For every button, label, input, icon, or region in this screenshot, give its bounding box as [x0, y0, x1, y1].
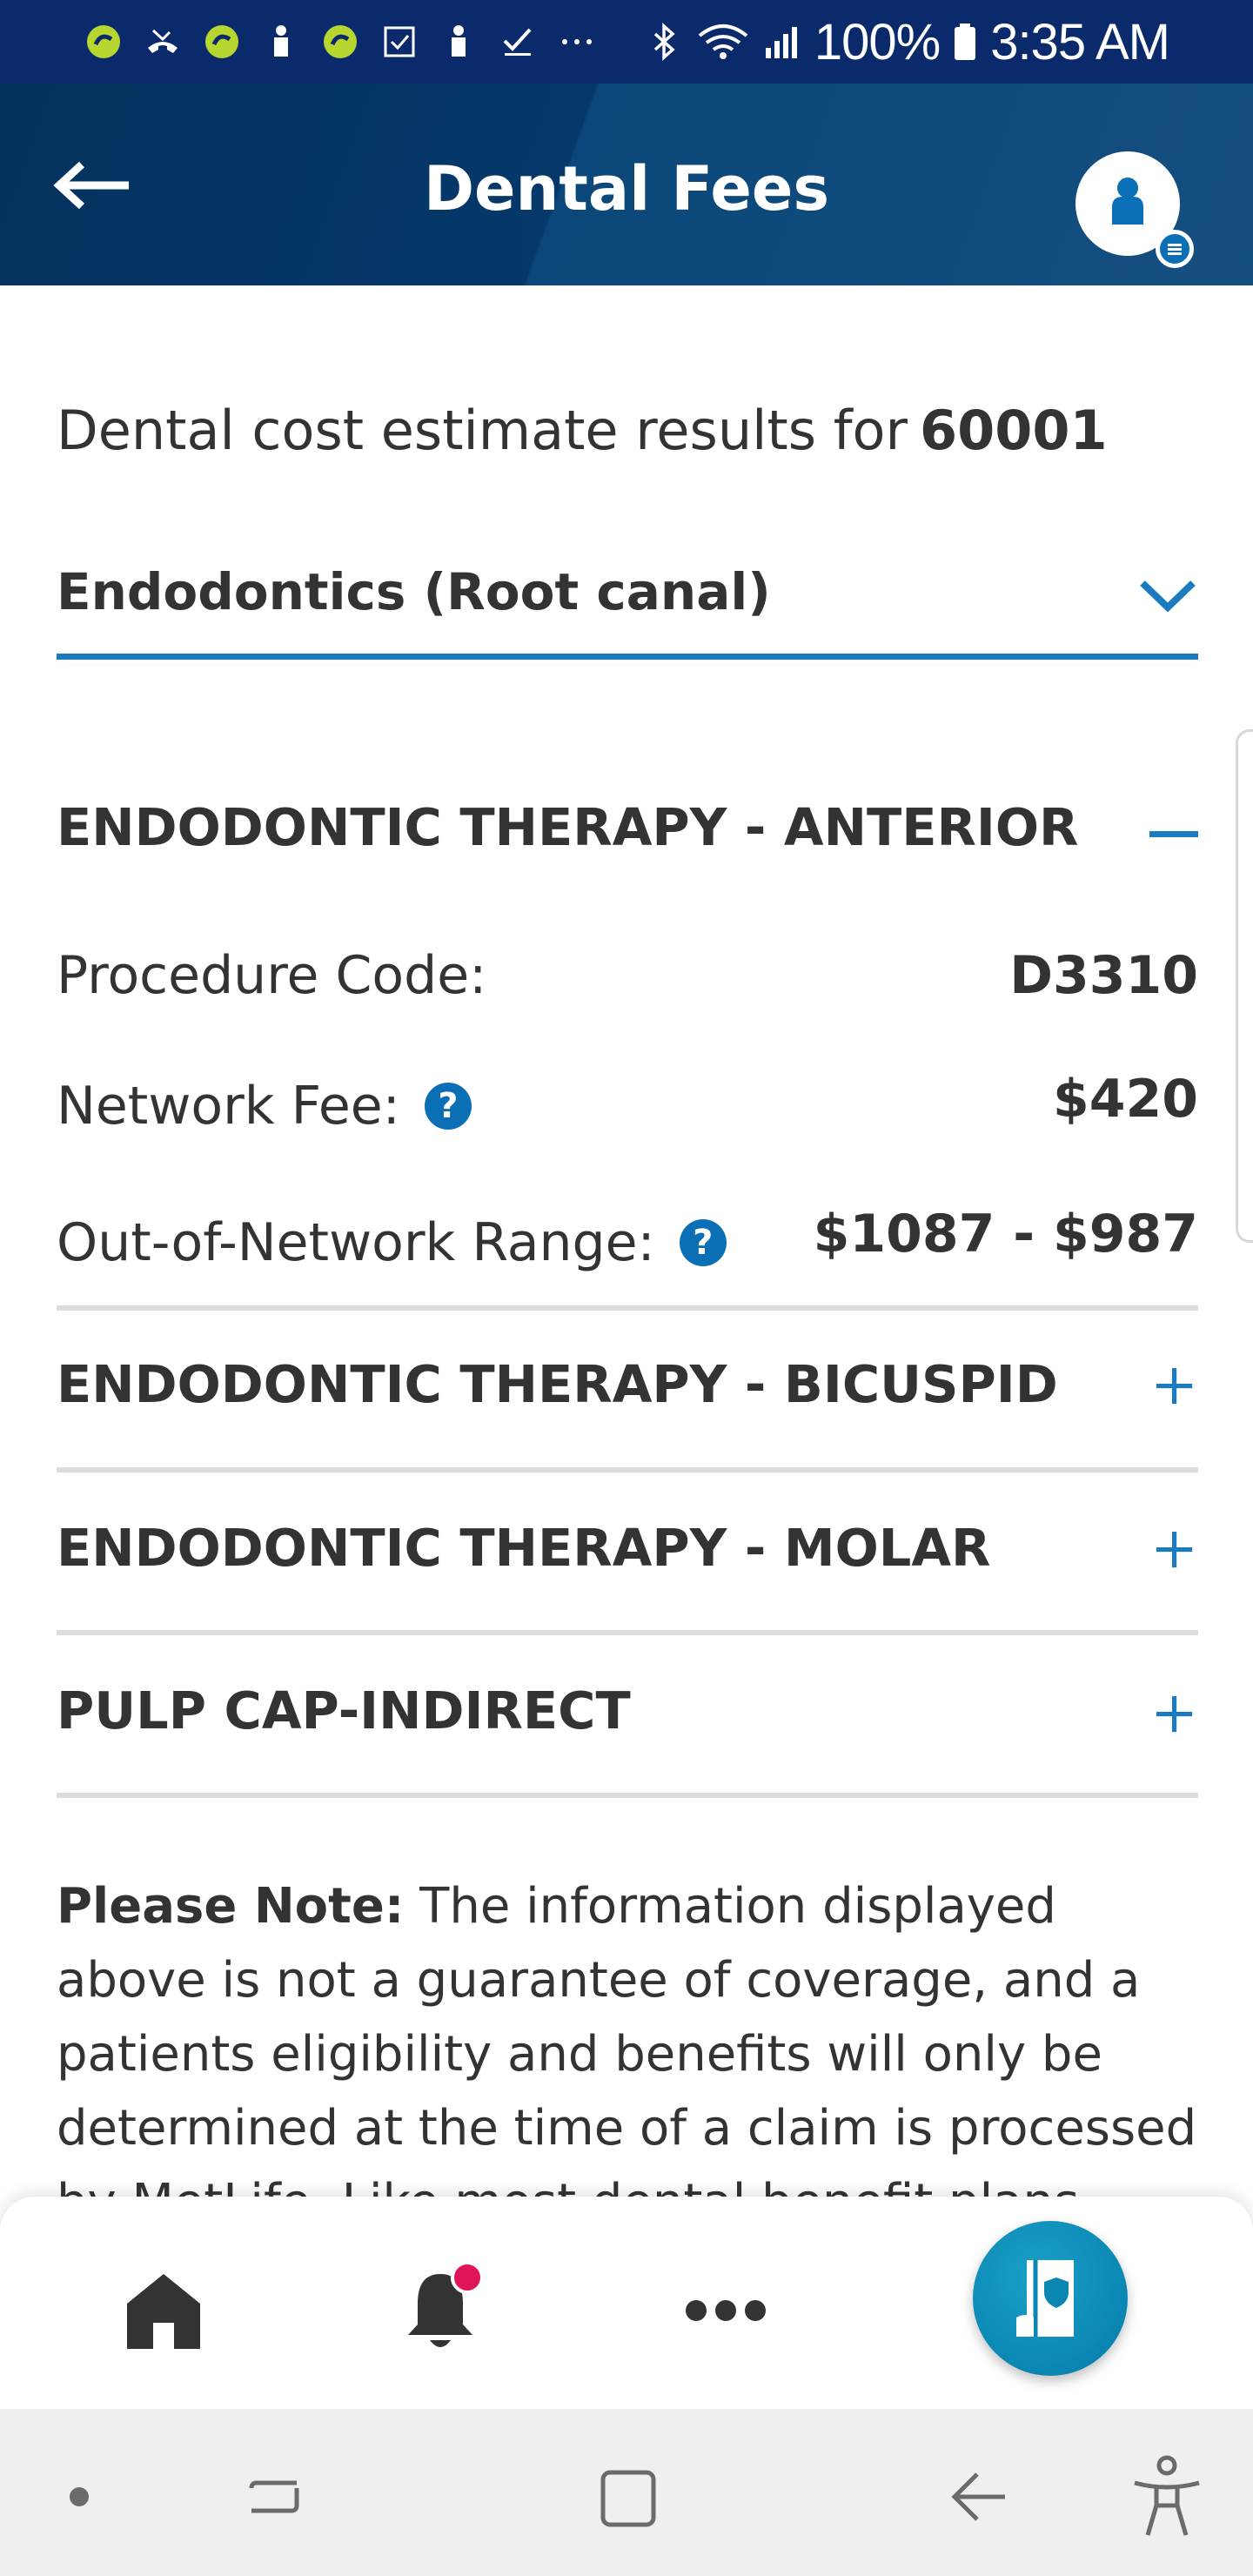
recents-icon: [249, 2480, 299, 2513]
category-dropdown[interactable]: Endodontics (Root canal): [57, 547, 1198, 660]
app-notification-icon: [320, 22, 360, 62]
procedure-code-label: Procedure Code:: [57, 945, 486, 1006]
nav-dot-button[interactable]: [40, 2458, 118, 2536]
zip-code: 60001: [919, 399, 1108, 462]
bluetooth-icon: [644, 22, 684, 62]
wifi-icon: [696, 22, 750, 62]
checkbox-icon: [379, 22, 419, 62]
divider: [57, 1793, 1198, 1798]
status-right: 100% 3:35 AM: [644, 12, 1170, 71]
section-title[interactable]: PULP CAP-INDIRECT: [57, 1680, 631, 1741]
note-label: Please Note:: [57, 1878, 405, 1935]
square-icon: [600, 2470, 656, 2527]
accessibility-button[interactable]: [1128, 2455, 1206, 2536]
result-heading: Dental cost estimate results for 60001: [57, 399, 1108, 462]
clock: 3:35 AM: [990, 13, 1170, 70]
expand-icon[interactable]: [1156, 1532, 1198, 1573]
section-title[interactable]: ENDODONTIC THERAPY - BICUSPID: [57, 1354, 1058, 1414]
back-system-button[interactable]: [940, 2458, 1018, 2536]
system-navigation-bar: [0, 2409, 1253, 2576]
home-system-button[interactable]: [588, 2458, 667, 2536]
nav-more[interactable]: [673, 2263, 778, 2358]
person-icon: [261, 22, 301, 62]
network-fee-label: Network Fee: ?: [57, 1076, 472, 1137]
status-notification-icons: [84, 16, 597, 68]
recent-apps-button[interactable]: [237, 2458, 315, 2536]
expand-icon[interactable]: [1156, 1696, 1198, 1738]
id-card-button[interactable]: [973, 2221, 1128, 2376]
category-selected-value: Endodontics (Root canal): [57, 562, 771, 621]
help-icon[interactable]: ?: [679, 1219, 727, 1266]
back-arrow-icon: [951, 2472, 1005, 2521]
collapse-icon[interactable]: [1149, 809, 1198, 858]
app-header: Dental Fees: [0, 84, 1253, 285]
profile-menu-button[interactable]: [1075, 151, 1194, 268]
signal-icon: [762, 22, 802, 62]
procedure-section-pulp-cap[interactable]: PULP CAP-INDIRECT: [57, 1635, 1198, 1792]
more-icon: [686, 2300, 766, 2321]
section-title[interactable]: ENDODONTIC THERAPY - MOLAR: [57, 1518, 990, 1578]
home-icon: [127, 2274, 200, 2349]
out-of-network-label-text: Out-of-Network Range:: [57, 1212, 655, 1273]
result-prefix: Dental cost estimate results for: [57, 399, 908, 462]
network-fee-value: $420: [1053, 1069, 1198, 1130]
menu-icon: [1156, 230, 1194, 268]
page-title: Dental Fees: [423, 153, 830, 225]
status-bar: 100% 3:35 AM: [0, 0, 1253, 84]
out-of-network-value: $1087 - $987: [813, 1204, 1198, 1265]
scroll-handle[interactable]: [1236, 729, 1253, 1243]
chevron-down-icon: [1140, 580, 1196, 613]
network-fee-label-text: Network Fee:: [57, 1076, 400, 1137]
accessibility-icon: [1134, 2455, 1200, 2536]
more-icon: [557, 22, 597, 62]
battery-icon: [952, 22, 978, 62]
check-icon: [498, 22, 538, 62]
out-of-network-label: Out-of-Network Range: ?: [57, 1212, 727, 1273]
help-icon[interactable]: ?: [424, 1083, 472, 1130]
procedure-section-molar[interactable]: ENDODONTIC THERAPY - MOLAR: [57, 1472, 1198, 1629]
nav-home[interactable]: [111, 2263, 216, 2358]
battery-percent: 100%: [814, 13, 941, 70]
expand-icon[interactable]: [1156, 1368, 1198, 1410]
app-notification-icon: [84, 22, 124, 62]
id-card-icon: [1016, 2260, 1074, 2337]
app-notification-icon: [202, 22, 242, 62]
person-icon: [439, 22, 479, 62]
dot-icon: [70, 2487, 89, 2506]
section-title[interactable]: ENDODONTIC THERAPY - ANTERIOR: [57, 797, 1078, 857]
missed-call-icon: [143, 22, 183, 62]
procedure-code-label-text: Procedure Code:: [57, 945, 487, 1006]
bottom-nav: [0, 2197, 1253, 2409]
notification-badge: [451, 2261, 484, 2294]
procedure-code-value: D3310: [1009, 945, 1198, 1006]
procedure-section-bicuspid[interactable]: ENDODONTIC THERAPY - BICUSPID: [57, 1311, 1198, 1467]
